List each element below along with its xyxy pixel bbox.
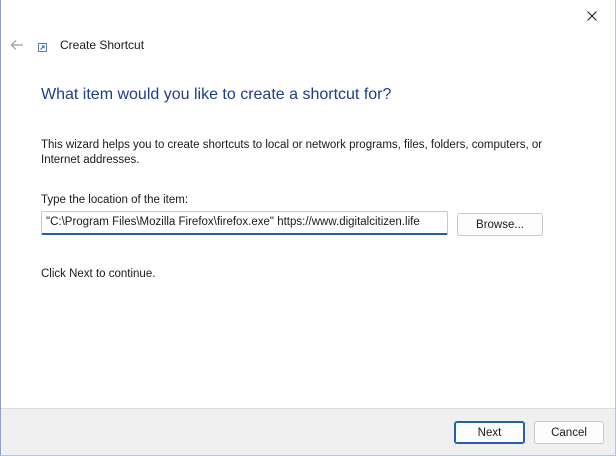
close-icon <box>587 11 597 21</box>
wizard-description: This wizard helps you to create shortcut… <box>41 139 543 166</box>
location-input[interactable]: "C:\Program Files\Mozilla Firefox\firefo… <box>41 211 448 235</box>
page-heading: What item would you like to create a sho… <box>41 86 392 103</box>
shortcut-icon <box>38 43 47 52</box>
dialog-title: Create Shortcut <box>60 38 145 52</box>
browse-button[interactable]: Browse... <box>457 213 543 236</box>
next-button[interactable]: Next <box>454 421 525 444</box>
back-button[interactable] <box>8 36 26 54</box>
location-label: Type the location of the item: <box>41 194 189 206</box>
cancel-button[interactable]: Cancel <box>534 421 604 444</box>
continue-instruction: Click Next to continue. <box>41 268 156 280</box>
create-shortcut-window: Create Shortcut What item would you like… <box>0 0 616 456</box>
close-button[interactable] <box>569 0 615 32</box>
back-arrow-icon <box>10 40 23 50</box>
